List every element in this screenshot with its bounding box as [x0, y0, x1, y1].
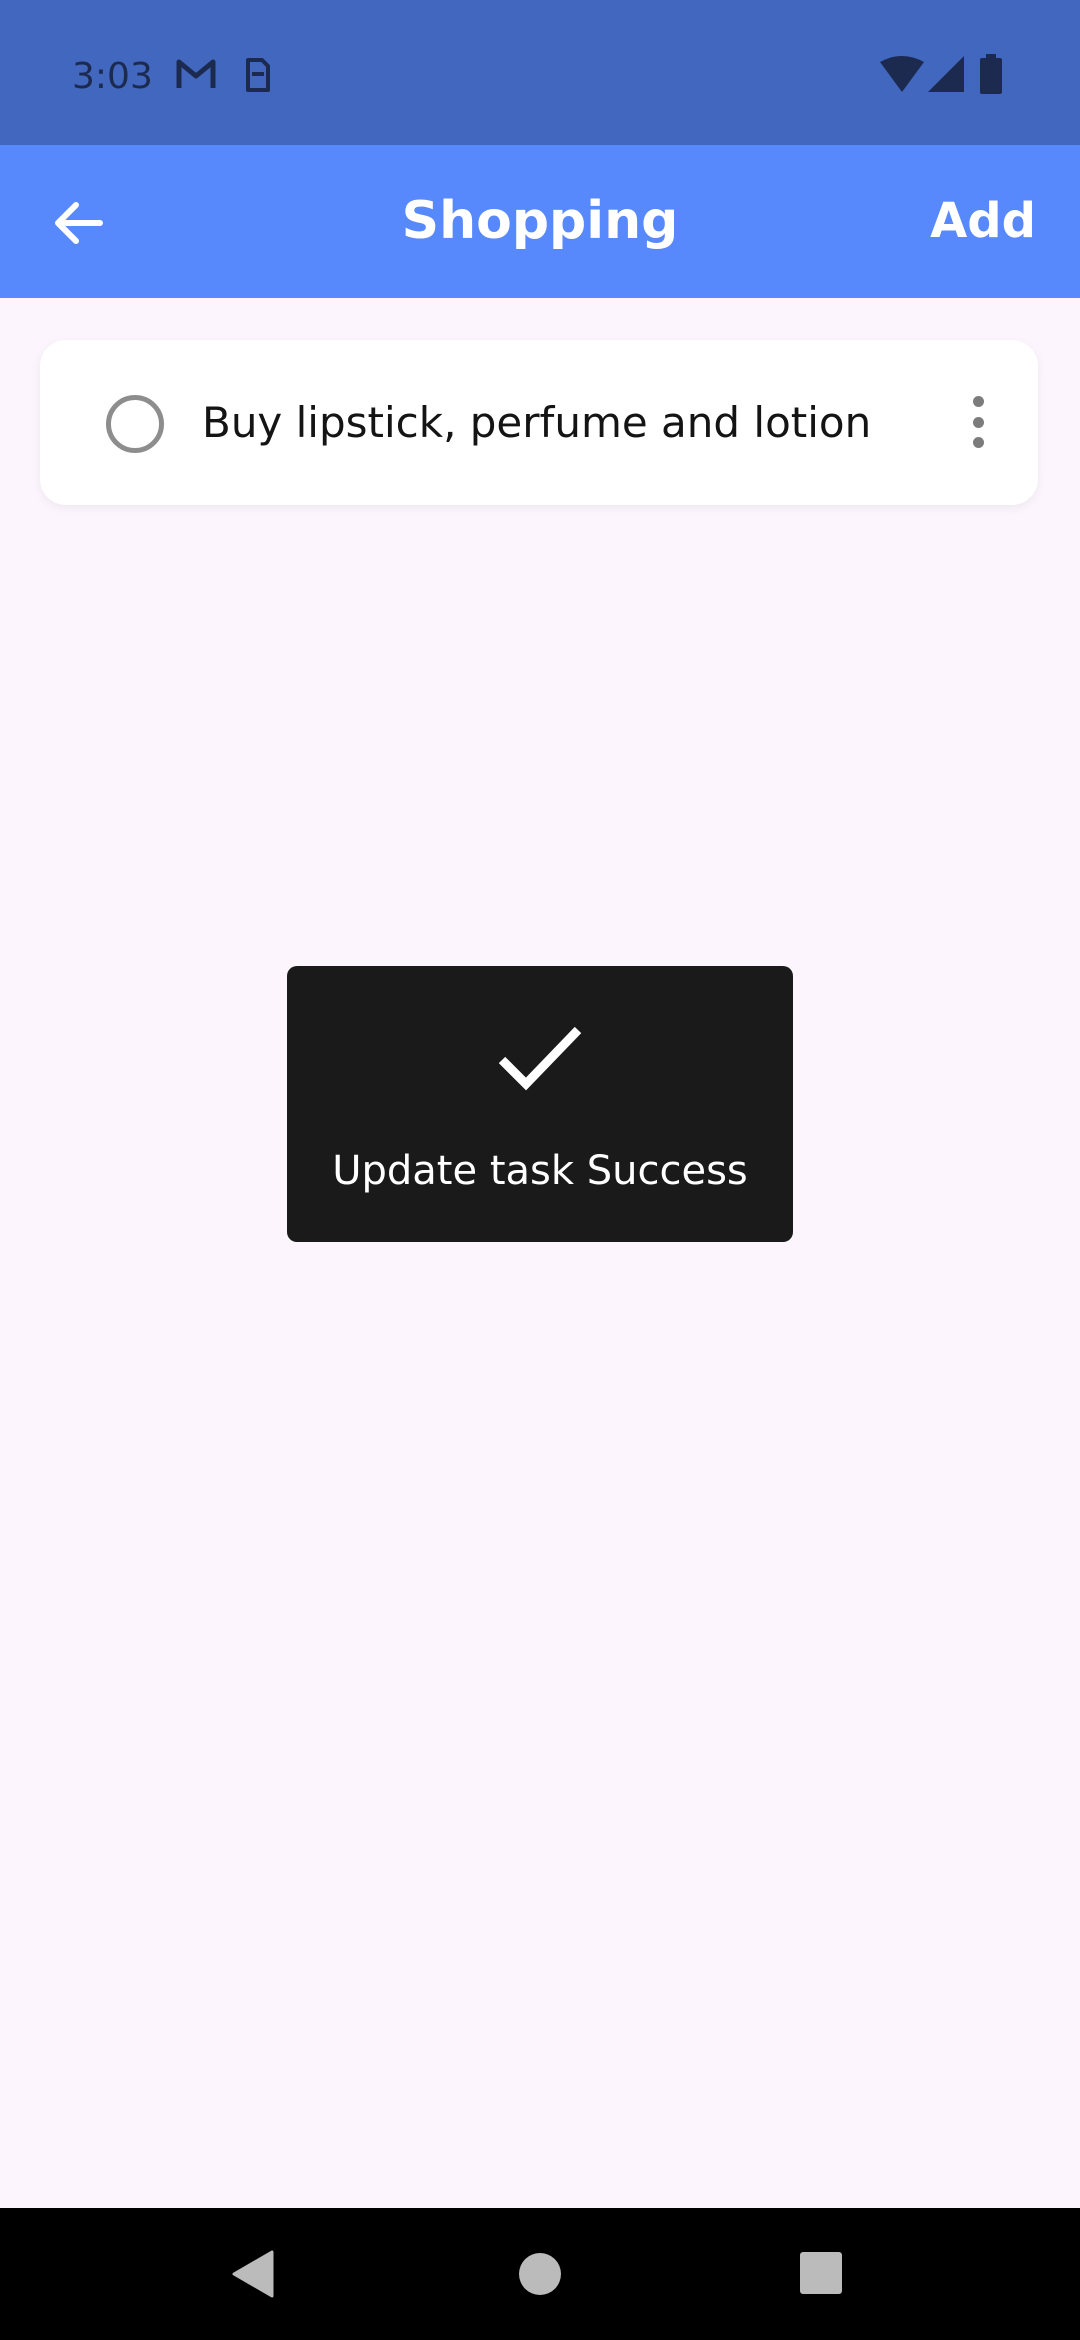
home-circle-icon[interactable] [518, 2252, 562, 2296]
gmail-icon [176, 59, 216, 88]
status-bar: 3:03 [0, 0, 1080, 145]
more-vertical-icon [972, 396, 984, 407]
more-dot [972, 416, 984, 428]
toast: Update task Success [287, 966, 793, 1242]
page-title: Shopping [401, 191, 679, 251]
arrow-left-icon [55, 202, 103, 244]
navigation-bar [0, 2208, 1080, 2340]
sim-icon [246, 58, 270, 92]
recents-square-icon[interactable] [800, 2252, 842, 2294]
task-checkbox[interactable] [106, 395, 164, 453]
back-triangle-icon[interactable] [232, 2250, 276, 2298]
more-dot [972, 437, 984, 448]
back-button[interactable] [40, 185, 116, 261]
task-label: Buy lipstick, perfume and lotion [202, 398, 872, 447]
toast-message: Update task Success [332, 1148, 748, 1194]
list-item[interactable]: Buy lipstick, perfume and lotion [40, 340, 1038, 505]
signal-icon [928, 56, 964, 92]
status-time: 3:03 [72, 56, 153, 97]
app-bar: Shopping Add [0, 145, 1080, 298]
wifi-icon [880, 56, 924, 92]
more-options-button[interactable] [958, 392, 998, 452]
check-icon [498, 1026, 582, 1091]
battery-icon [980, 54, 1002, 94]
add-button[interactable]: Add [930, 145, 1036, 298]
